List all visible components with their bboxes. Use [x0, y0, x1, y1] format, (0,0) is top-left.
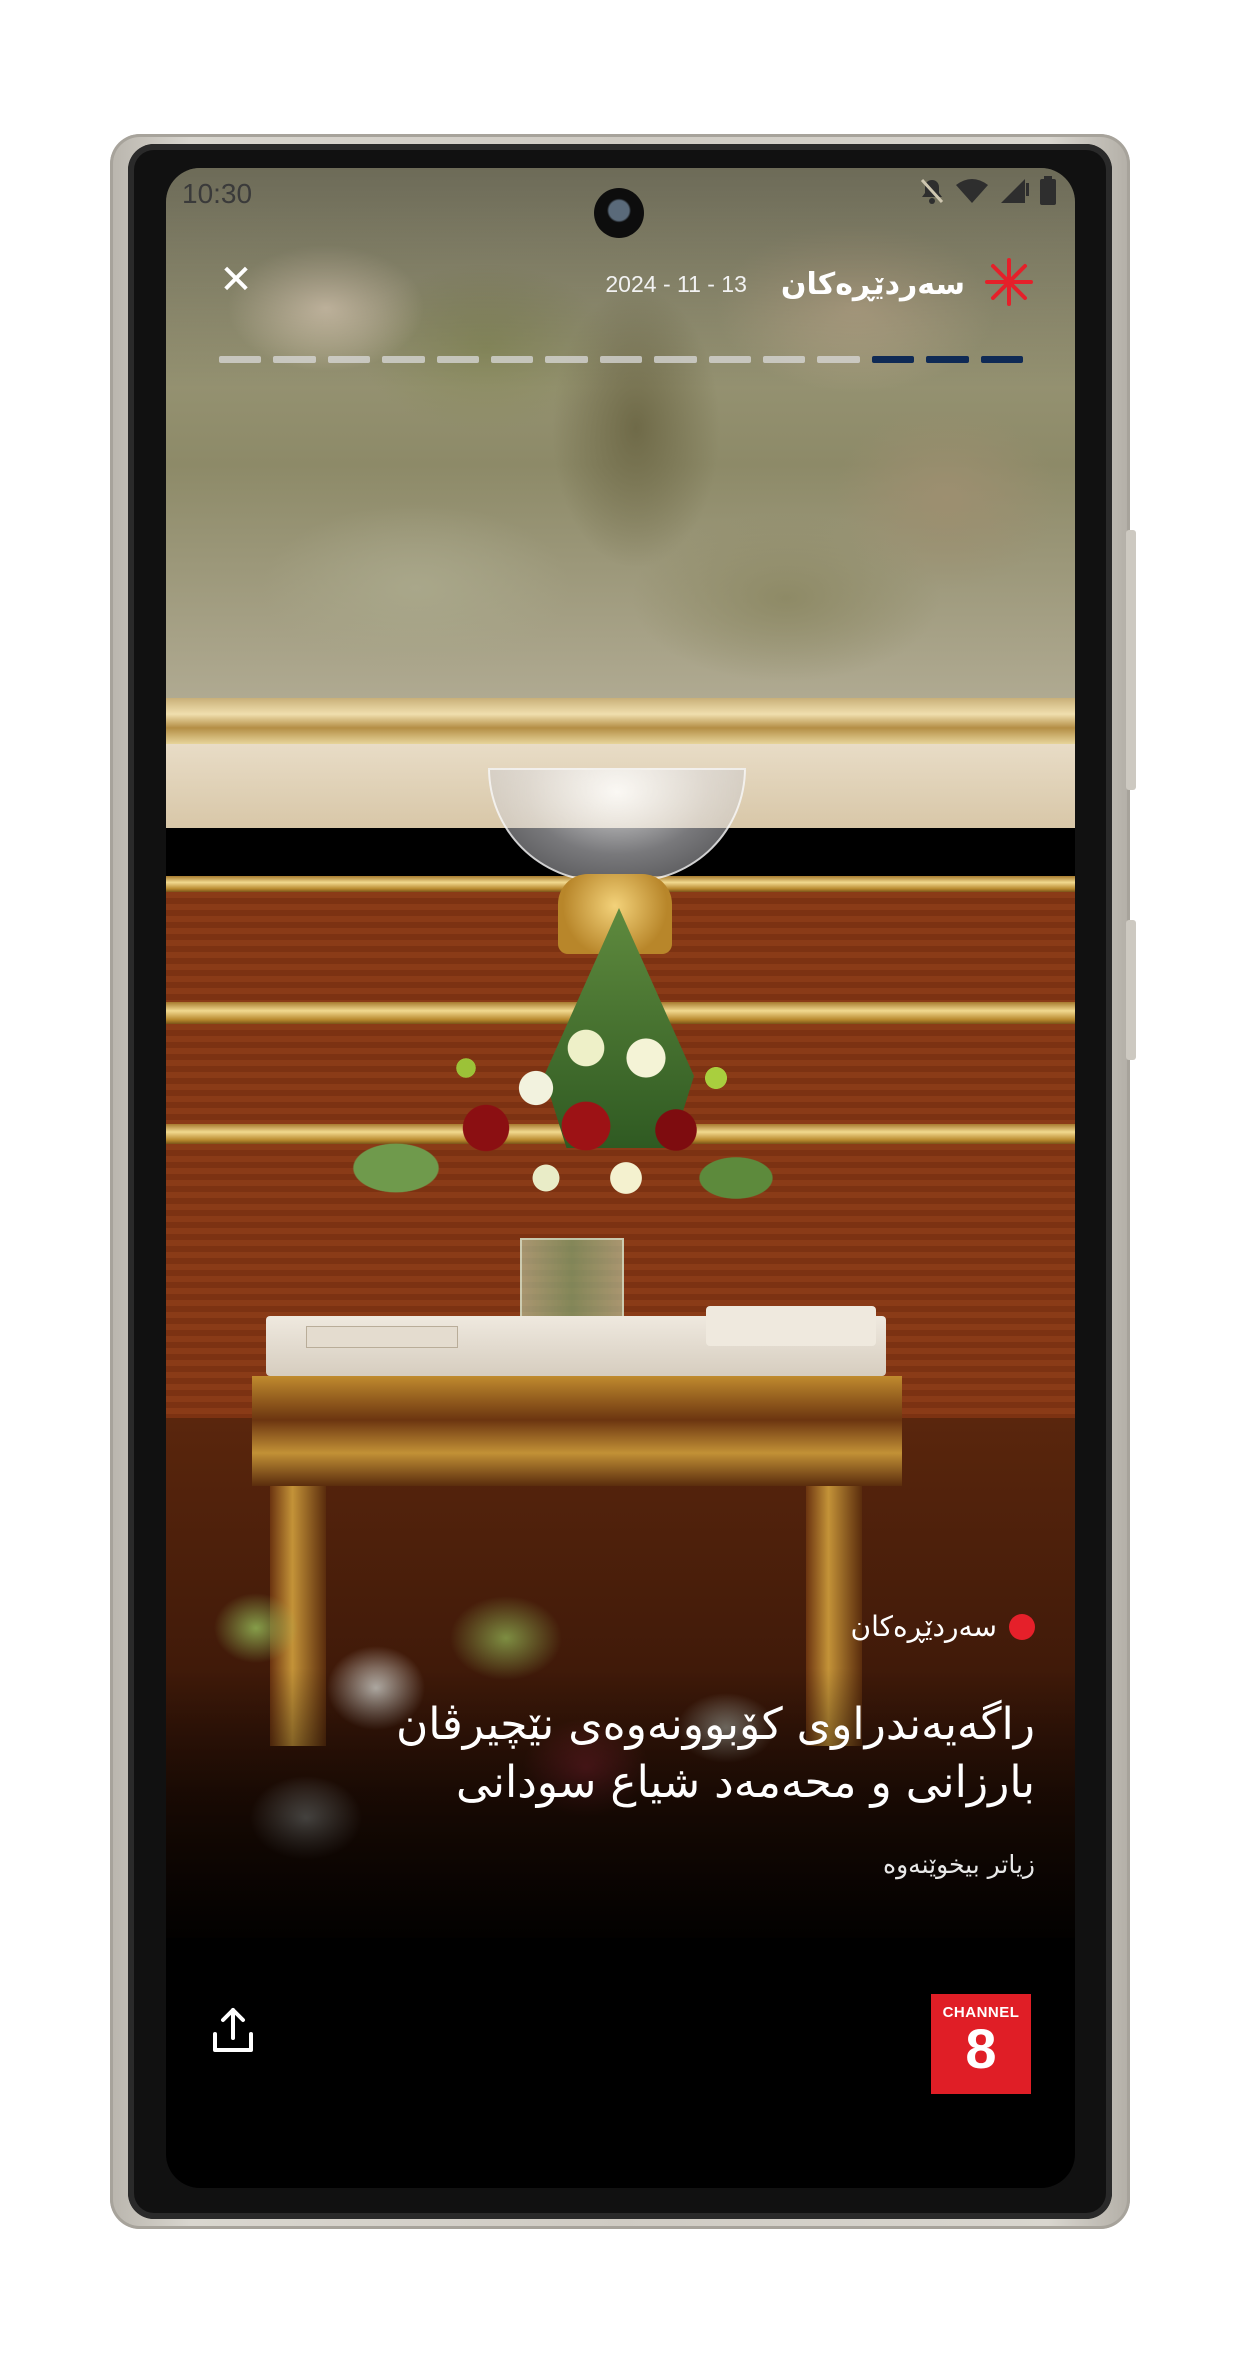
progress-segment: [654, 356, 697, 363]
share-icon: [206, 2008, 260, 2062]
section-title: سەردێڕەکان: [780, 266, 965, 302]
phone-screen: 10:30 ✕ 2024 - 11 - 13 سەردێڕەکان سەردێڕ…: [166, 168, 1075, 2188]
category-label: سەردێڕەکان: [850, 1610, 997, 1643]
bell-off-icon: [919, 177, 945, 209]
story-headline[interactable]: راگەیەندراوی کۆبوونەوەی نێچیرڤان بارزانی…: [275, 1696, 1035, 1812]
progress-segment: [491, 356, 534, 363]
progress-segment: [273, 356, 316, 363]
progress-segment: [871, 356, 915, 363]
painting-frame: [166, 698, 1075, 744]
progress-segment: [599, 356, 643, 363]
progress-segment: [980, 356, 1024, 363]
side-button-bottom: [1126, 920, 1136, 1060]
channel8-logo[interactable]: CHANNEL 8: [931, 1994, 1031, 2094]
story-header: 2024 - 11 - 13 سەردێڕەکان: [605, 256, 1035, 312]
book: [306, 1326, 458, 1348]
progress-segment: [327, 356, 371, 363]
status-icons: [919, 176, 1057, 210]
table-apron: [252, 1376, 902, 1486]
status-time: 10:30: [182, 178, 253, 209]
crystal-bowl: [488, 768, 746, 882]
category-dot: [1009, 1613, 1035, 1640]
logo-number: 8: [965, 2017, 997, 2080]
progress-segment: [817, 356, 860, 363]
progress-segment: [763, 356, 806, 363]
camera-cutout: [594, 188, 644, 238]
close-icon: ✕: [219, 257, 253, 303]
story-date: 2024 - 11 - 13: [605, 270, 747, 297]
story-image: [166, 168, 1075, 1938]
progress-segment: [382, 356, 425, 363]
read-more-link[interactable]: زیاتر بیخوێنەوە: [883, 1850, 1035, 1879]
glass-vase: [520, 1238, 624, 1322]
progress-segment: [219, 356, 262, 363]
progress-segment: [436, 356, 480, 363]
share-button[interactable]: [206, 2004, 260, 2058]
category-tag[interactable]: سەردێڕەکان: [851, 1610, 1035, 1643]
signal-icon: [999, 177, 1029, 209]
battery-icon: [1039, 176, 1057, 210]
progress-segment: [926, 356, 969, 363]
progress-segment: [545, 356, 588, 363]
case: [706, 1306, 876, 1346]
side-button-top: [1126, 530, 1136, 790]
progress-segment: [708, 356, 752, 363]
close-button[interactable]: ✕: [216, 260, 256, 300]
story-progress: [219, 356, 1024, 364]
wifi-icon: [955, 177, 989, 209]
asterisk-icon: [983, 256, 1035, 312]
flower-bouquet: [336, 1018, 776, 1238]
